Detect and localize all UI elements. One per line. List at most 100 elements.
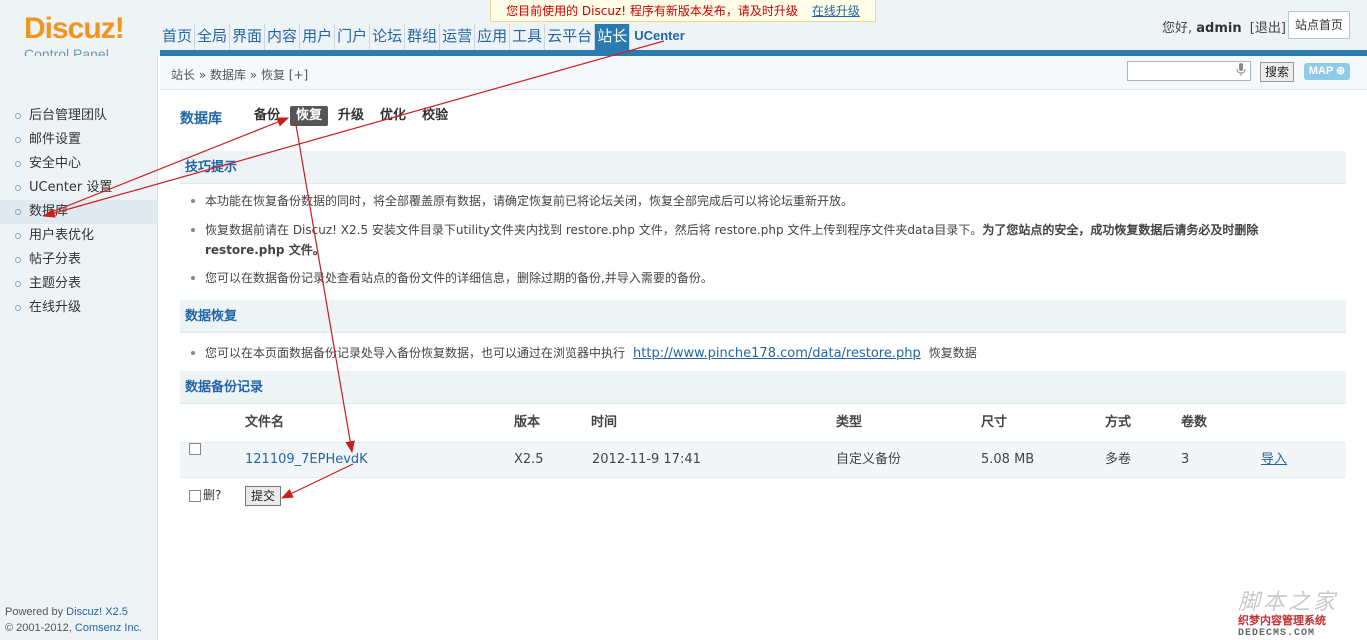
bullet-icon [191, 276, 195, 280]
copyright-text: © 2001-2012, [5, 622, 72, 634]
breadcrumb-bar: 站长 » 数据库 » 恢复 [+] 搜索 MAP ⊕ [160, 56, 1367, 90]
sidebar-item-security[interactable]: 安全中心 [0, 152, 157, 176]
nav-groups[interactable]: 群组 [405, 24, 441, 50]
sidebar-item-ucenter[interactable]: UCenter 设置 [0, 176, 157, 200]
table-row: 121109_7EPHevdK X2.5 2012-11-9 17:41 自定义… [180, 442, 1346, 478]
bullet-icon [15, 305, 21, 311]
bullet-icon [15, 185, 21, 191]
col-version: 版本 [514, 415, 541, 430]
tip-text: 您可以在数据备份记录处查看站点的备份文件的详细信息，删除过期的备份,并导入需要的… [205, 271, 713, 285]
tip-text: 恢复数据前请在 Discuz! X2.5 安装文件目录下utility文件夹内找… [205, 223, 983, 237]
discuz-version-link[interactable]: Discuz! X2.5 [66, 606, 128, 618]
nav-portal[interactable]: 门户 [335, 24, 371, 50]
tab-optimize[interactable]: 优化 [374, 106, 412, 126]
top-header: Discuz! Control Panel 您目前使用的 Discuz! 程序有… [0, 0, 1367, 62]
bullet-icon [15, 209, 21, 215]
cell-size: 5.08 MB [981, 452, 1035, 467]
row-checkbox[interactable] [189, 443, 201, 455]
backup-file-link[interactable]: 121109_7EPHevdK [245, 443, 368, 477]
main-content: 数据库 备份 恢复 升级 优化 校验 技巧提示 本功能在恢复备份数据的同时，将全… [160, 90, 1367, 640]
tip-text: 您可以在本页面数据备份记录处导入备份恢复数据，也可以通过在浏览器中执行 [205, 346, 626, 360]
bullet-icon [15, 281, 21, 287]
sidebar-item-database[interactable]: 数据库 [0, 200, 157, 224]
col-volumes: 卷数 [1181, 415, 1208, 430]
sidebar-item-label: 数据库 [29, 204, 69, 219]
nav-cloud[interactable]: 云平台 [545, 24, 596, 50]
tab-restore[interactable]: 恢复 [290, 106, 329, 126]
microphone-icon[interactable] [1236, 63, 1246, 77]
nav-home[interactable]: 首页 [160, 24, 196, 50]
sidebar-item-label: 用户表优化 [29, 228, 95, 243]
nav-forum[interactable]: 论坛 [370, 24, 406, 50]
search-button[interactable]: 搜索 [1260, 62, 1294, 82]
nav-ucenter[interactable]: UCenter [630, 24, 687, 50]
bullet-icon [15, 113, 21, 119]
sidebar-item-upgrade[interactable]: 在线升级 [0, 296, 157, 320]
discuz-logo[interactable]: Discuz! Control Panel [24, 12, 154, 63]
restore-php-link[interactable]: http://www.pinche178.com/data/restore.ph… [633, 346, 921, 361]
watermark-line2: 织梦内容管理系统 [1238, 614, 1326, 627]
tip-text: 恢复数据 [928, 346, 977, 360]
sidebar-item-label: 主题分表 [29, 276, 82, 291]
online-upgrade-link[interactable]: 在线升级 [812, 4, 860, 18]
col-filename: 文件名 [245, 415, 285, 430]
upgrade-notice: 您目前使用的 Discuz! 程序有新版本发布，请及时升级 在线升级 [490, 0, 876, 22]
sidebar-item-mail[interactable]: 邮件设置 [0, 128, 157, 152]
nav-global[interactable]: 全局 [195, 24, 231, 50]
site-watermark: 脚本之家 织梦内容管理系统 DEDECMS.COM [1238, 584, 1364, 639]
sub-tabs: 备份 恢复 升级 优化 校验 [248, 106, 458, 126]
sidebar-item-label: 帖子分表 [29, 252, 82, 267]
breadcrumb[interactable]: 站长 » 数据库 » 恢复 [+] [171, 66, 308, 83]
import-link[interactable]: 导入 [1261, 443, 1287, 477]
main-nav: 首页 全局 界面 内容 用户 门户 论坛 群组 运营 应用 工具 云平台 站长 … [160, 24, 687, 50]
col-mode: 方式 [1105, 415, 1132, 430]
search-input[interactable] [1127, 61, 1251, 81]
submit-button[interactable]: 提交 [245, 486, 281, 506]
cell-volumes: 3 [1181, 452, 1190, 467]
nav-webmaster[interactable]: 站长 [595, 24, 631, 50]
tip-item: 恢复数据前请在 Discuz! X2.5 安装文件目录下utility文件夹内找… [191, 220, 1315, 260]
nav-interface[interactable]: 界面 [230, 24, 266, 50]
sidebar-item-label: 邮件设置 [29, 132, 82, 147]
nav-tools[interactable]: 工具 [510, 24, 546, 50]
sidebar-item-user-table[interactable]: 用户表优化 [0, 224, 157, 248]
nav-content[interactable]: 内容 [265, 24, 301, 50]
cell-mode: 多卷 [1105, 452, 1132, 467]
bullet-icon [191, 228, 195, 232]
col-type: 类型 [836, 415, 863, 430]
delete-checkbox[interactable] [189, 489, 201, 502]
bullet-icon [15, 257, 21, 263]
user-info: 您好, admin [退出] [1162, 17, 1286, 36]
records-heading: 数据备份记录 [180, 371, 1346, 404]
nav-apps[interactable]: 应用 [475, 24, 511, 50]
tab-upgrade[interactable]: 升级 [332, 106, 370, 126]
sidebar-item-admin-team[interactable]: 后台管理团队 [0, 104, 157, 128]
cell-version: X2.5 [514, 452, 544, 467]
sidebar: 后台管理团队 邮件设置 安全中心 UCenter 设置 数据库 用户表优化 帖子… [0, 56, 158, 640]
nav-operations[interactable]: 运营 [440, 24, 476, 50]
sidebar-item-post-split[interactable]: 帖子分表 [0, 248, 157, 272]
table-header: 文件名 版本 时间 类型 尺寸 方式 卷数 [180, 406, 1346, 440]
upgrade-notice-text: 您目前使用的 Discuz! 程序有新版本发布，请及时升级 [506, 4, 798, 18]
bullet-icon [15, 233, 21, 239]
col-size: 尺寸 [981, 415, 1008, 430]
tips-heading: 技巧提示 [180, 151, 1346, 184]
sidebar-item-label: 安全中心 [29, 156, 82, 171]
delete-all-toggle[interactable]: 删? [189, 486, 221, 503]
tab-backup[interactable]: 备份 [248, 106, 286, 126]
user-greeting: 您好, [1162, 21, 1193, 36]
tab-verify[interactable]: 校验 [416, 106, 454, 126]
map-button[interactable]: MAP ⊕ [1304, 63, 1350, 80]
logo-brand: Discuz! [24, 12, 125, 45]
logout-link[interactable]: [退出] [1250, 21, 1286, 36]
tip-item: 您可以在数据备份记录处查看站点的备份文件的详细信息，删除过期的备份,并导入需要的… [191, 268, 1315, 288]
plus-circle-icon: ⊕ [1336, 65, 1346, 77]
sidebar-item-thread-split[interactable]: 主题分表 [0, 272, 157, 296]
restore-heading: 数据恢复 [180, 300, 1346, 333]
site-home-button[interactable]: 站点首页 [1288, 11, 1350, 39]
powered-by: Powered by Discuz! X2.5 © 2001-2012, Com… [5, 604, 142, 636]
user-name: admin [1196, 21, 1242, 36]
nav-users[interactable]: 用户 [300, 24, 336, 50]
sidebar-item-label: 在线升级 [29, 300, 82, 315]
comsenz-link[interactable]: Comsenz Inc. [75, 622, 142, 634]
